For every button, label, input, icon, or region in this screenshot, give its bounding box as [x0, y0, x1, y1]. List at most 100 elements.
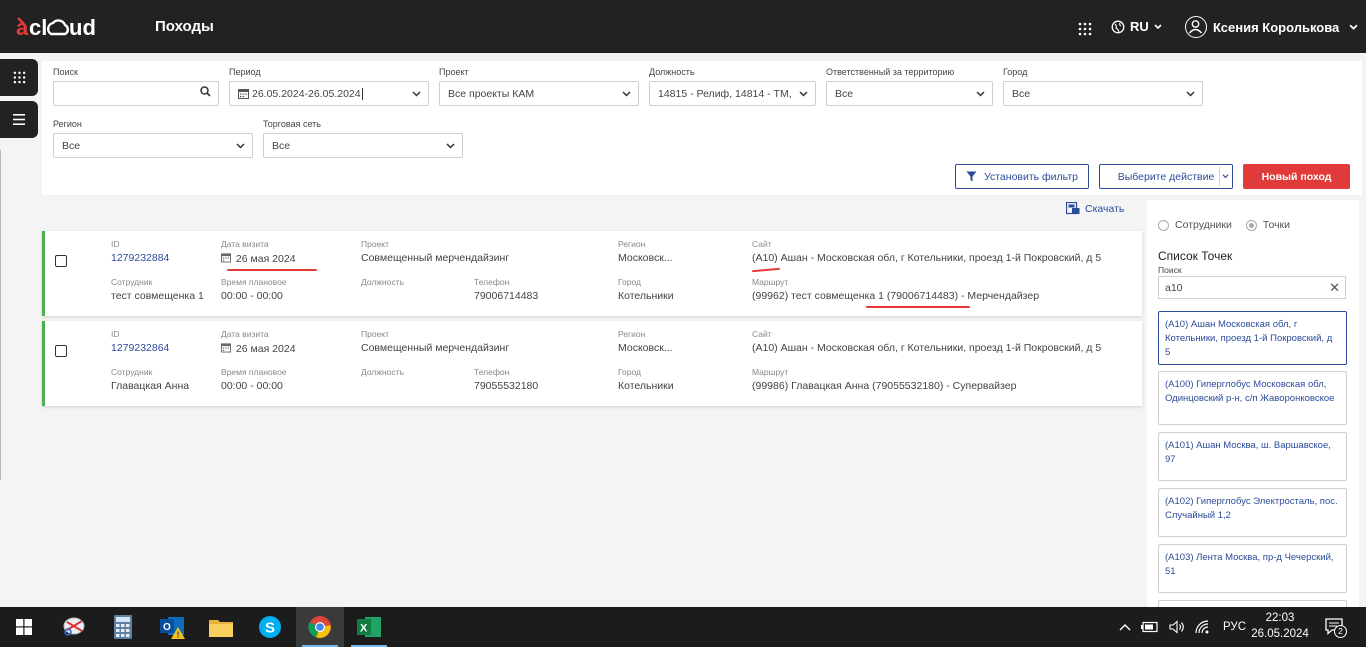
top-bar: a cl ud Походы RU Ксения Королькова [0, 0, 1366, 53]
visit-region: Московск... [618, 252, 673, 264]
project-select[interactable]: Все проекты КАМ [439, 81, 639, 106]
point-item[interactable] [1158, 600, 1347, 607]
visit-id-link[interactable]: 1279232864 [111, 342, 169, 354]
annotation-underline [866, 306, 970, 308]
point-item[interactable]: (А100) Гиперглобус Московская обл, Одинц… [1158, 371, 1347, 425]
user-name: Ксения Королькова [1213, 19, 1340, 35]
volume-icon[interactable] [1169, 620, 1185, 634]
point-item[interactable]: (А10) Ашан Московская обл, г Котельники,… [1158, 311, 1347, 365]
set-filter-label: Установить фильтр [984, 170, 1078, 183]
taskbar-file-explorer[interactable] [197, 607, 245, 647]
chain-select[interactable]: Все [263, 133, 463, 158]
radio-employees[interactable]: Сотрудники [1158, 219, 1232, 231]
chevron-down-icon [1222, 174, 1229, 179]
svg-text:!: ! [177, 631, 180, 640]
keyboard-language[interactable]: РУС [1223, 621, 1246, 633]
search-input[interactable] [53, 81, 219, 106]
windows-taskbar: O ! S X РУС 22:03 26.05.2024 2 [0, 607, 1366, 647]
visit-route: (99986) Главацкая Анна (79055532180) - С… [752, 380, 1017, 392]
taskbar-chrome[interactable] [296, 607, 344, 647]
chevron-down-icon [622, 91, 631, 97]
region-select[interactable]: Все [53, 133, 253, 158]
visit-route: (99962) тест совмещенка 1 (79006714483) … [752, 290, 1040, 302]
visit-route-cell: Маршрут (99986) Главацкая Анна (79055532… [752, 367, 1017, 392]
chain-label: Торговая сеть [263, 119, 321, 129]
visit-card: ID 1279232864 Дата визита 26 мая 2024 Пр… [42, 321, 1142, 406]
region-label: Регион [53, 119, 82, 129]
point-item[interactable]: (А103) Лента Москва, пр-д Чечерский, 51 [1158, 544, 1347, 593]
visit-site-cell: Сайт (А10) Ашан - Московская обл, г Коте… [752, 239, 1102, 264]
chain-value: Все [272, 139, 291, 152]
search-label: Поиск [53, 67, 78, 77]
choose-action-dropdown[interactable]: Выберите действие [1099, 164, 1233, 189]
wifi-icon[interactable] [1195, 620, 1211, 634]
search-icon[interactable] [200, 86, 211, 97]
visit-date-cell: Дата визита 26 мая 2024 [221, 239, 296, 265]
taskbar-skype[interactable]: S [246, 607, 294, 647]
position-filter: Должность 14815 - Релиф, 14814 - ТМ, 14.… [649, 67, 816, 106]
visit-id-link[interactable]: 1279232884 [111, 252, 169, 264]
period-input[interactable]: 26.05.2024-26.05.2024 [229, 81, 429, 106]
city-value: Все [1012, 87, 1031, 100]
chevron-down-icon [799, 91, 808, 97]
point-item[interactable]: (А102) Гиперглобус Электросталь, пос. Сл… [1158, 488, 1347, 537]
visit-position-cell: Должность [361, 367, 405, 377]
visit-date-cell: Дата визита 26 мая 2024 [221, 329, 296, 355]
chevron-up-icon[interactable] [1119, 623, 1131, 631]
apps-menu-button[interactable] [0, 59, 38, 96]
visit-phone: 79055532180 [474, 380, 539, 392]
set-filter-button[interactable]: Установить фильтр [955, 164, 1089, 189]
taskbar-outlook[interactable]: O ! [149, 607, 197, 647]
visit-project-cell: Проект Совмещенный мерчендайзинг [361, 239, 510, 264]
visit-region: Московск... [618, 342, 673, 354]
language-selector[interactable]: RU [1111, 19, 1162, 34]
visit-position-cell: Должность [361, 277, 405, 287]
start-button[interactable] [0, 607, 48, 647]
side-divider [0, 150, 1, 480]
taskbar-calculator[interactable] [99, 607, 147, 647]
responsible-filter: Ответственный за территорию Все [826, 67, 993, 106]
visit-planned-time: 00:00 - 00:00 [221, 380, 283, 392]
visit-date: 26 мая 2024 [235, 343, 296, 355]
new-visit-button[interactable]: Новый поход [1243, 164, 1350, 189]
city-select[interactable]: Все [1003, 81, 1203, 106]
chevron-down-icon [236, 143, 245, 149]
point-item[interactable]: (А101) Ашан Москва, ш. Варшавское, 97 [1158, 432, 1347, 481]
points-panel: Сотрудники Точки Список Точек Поиск а10 … [1147, 200, 1359, 607]
calendar-icon [221, 253, 231, 263]
annotation-underline [751, 267, 781, 273]
points-list-title: Список Точек [1158, 249, 1233, 263]
app-logo[interactable]: a cl ud [14, 14, 106, 40]
region-filter: Регион Все [53, 119, 253, 158]
responsible-value: Все [835, 87, 854, 100]
points-search-input[interactable]: а10 ✕ [1158, 276, 1346, 299]
svg-text:O: O [163, 622, 171, 633]
clock-time: 22:03 [1265, 612, 1295, 624]
position-select[interactable]: 14815 - Релиф, 14814 - ТМ, 14... [649, 81, 816, 106]
visit-city-cell: Город Котельники [618, 277, 674, 302]
visit-checkbox[interactable] [55, 345, 67, 357]
hamburger-menu-button[interactable] [0, 101, 38, 138]
svg-text:X: X [360, 623, 368, 635]
clock[interactable]: 22:03 26.05.2024 [1250, 610, 1310, 642]
radio-circle-selected [1245, 219, 1257, 231]
chain-filter: Торговая сеть Все [263, 119, 463, 158]
user-menu[interactable]: Ксения Королькова [1185, 16, 1358, 38]
visit-id-cell: ID 1279232864 [111, 329, 170, 354]
user-avatar-icon [1185, 16, 1207, 38]
download-button[interactable]: Скачать [1066, 202, 1124, 215]
visit-site: (А10) Ашан - Московская обл, г Котельник… [752, 342, 1102, 354]
responsible-select[interactable]: Все [826, 81, 993, 106]
city-label: Город [1003, 67, 1028, 77]
radio-points[interactable]: Точки [1245, 219, 1290, 231]
notifications-button[interactable]: 2 [1325, 617, 1347, 642]
battery-icon[interactable] [1141, 621, 1159, 633]
taskbar-excel[interactable]: X [345, 607, 393, 647]
system-tray: РУС [1119, 607, 1246, 647]
clear-search-icon[interactable]: ✕ [1329, 280, 1340, 296]
visit-checkbox[interactable] [55, 255, 67, 267]
apps-grid-icon[interactable] [1078, 22, 1092, 36]
taskbar-snipping-tool[interactable] [51, 607, 99, 647]
choose-action-label: Выберите действие [1117, 170, 1215, 183]
visit-planned-time: 00:00 - 00:00 [221, 290, 283, 302]
